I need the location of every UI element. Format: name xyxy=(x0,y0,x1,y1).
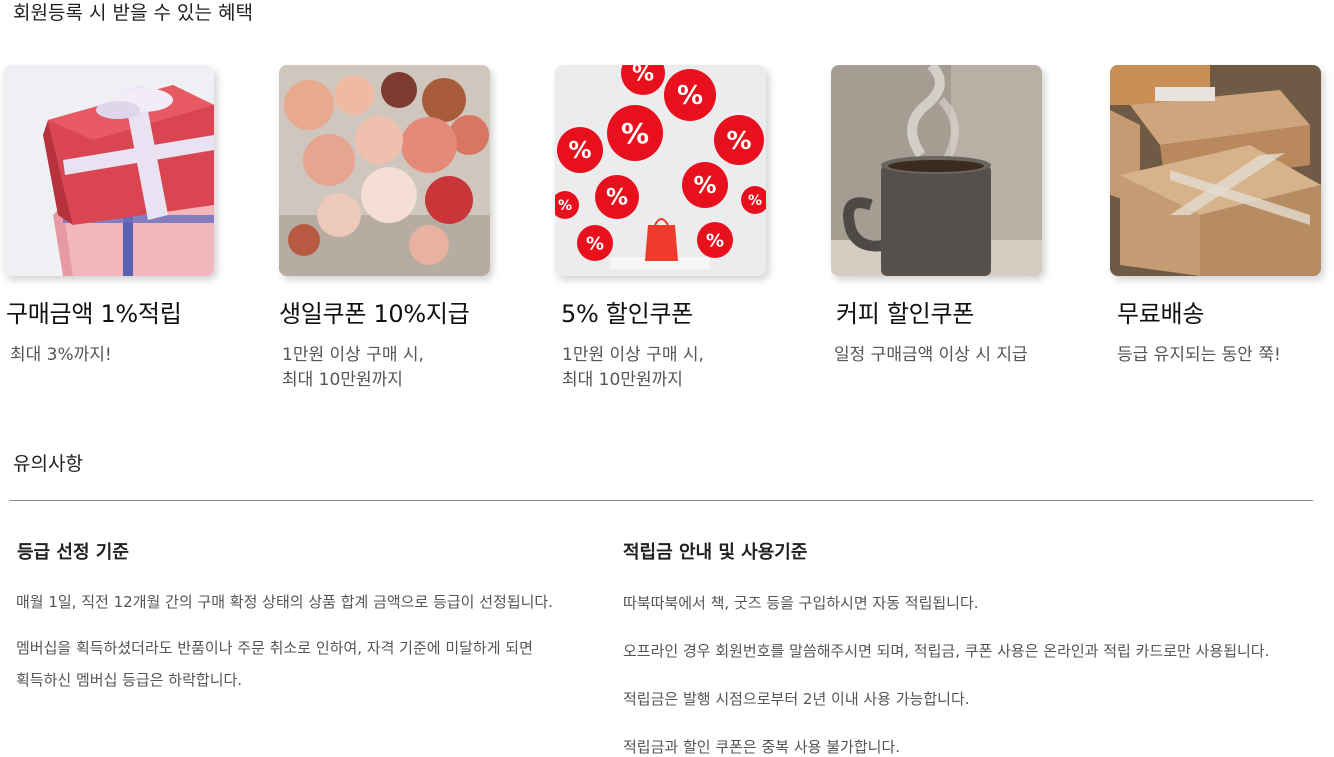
notice-divider xyxy=(9,500,1313,501)
notice-line: 적립금은 발행 시점으로부터 2년 이내 사용 가능합니다. xyxy=(623,690,970,708)
benefit-card-shipping: 무료배송 등급 유지되는 동안 쭉! xyxy=(1110,65,1334,365)
notice-title: 유의사항 xyxy=(13,453,83,475)
grade-criteria-paragraph: 매월 1일, 직전 12개월 간의 구매 확정 상태의 상품 합계 금액으로 등… xyxy=(16,586,553,618)
benefit-card-birthday: 생일쿠폰 10%지급 1만원 이상 구매 시, 최대 10만원까지 xyxy=(279,65,519,390)
svg-text:%: % xyxy=(586,233,604,254)
notice-line: 멤버십을 획득하셨더라도 반품이나 주문 취소로 인하여, 자격 기준에 미달하… xyxy=(16,639,533,657)
notice-line: 획득하신 멤버십 등급은 하락합니다. xyxy=(16,671,243,689)
benefit-desc: 1만원 이상 구매 시, 최대 10만원까지 xyxy=(282,343,424,393)
percent-balloons-image: %%%%%%%%%%% xyxy=(555,65,766,276)
balloon-icon: % xyxy=(595,175,639,219)
flower-bouquet-image xyxy=(279,65,490,276)
svg-text:%: % xyxy=(726,126,751,155)
balloon-icon: % xyxy=(714,115,764,165)
points-guide-paragraph: 오프라인 경우 회원번호를 말씀해주시면 되며, 적립금, 쿠폰 사용은 온라인… xyxy=(623,635,1269,667)
benefit-desc-line: 일정 구매금액 이상 시 지급 xyxy=(834,345,1028,365)
points-guide-paragraph: 따북따북에서 책, 굿즈 등을 구입하시면 자동 적립됩니다. xyxy=(623,587,979,619)
benefit-desc-line: 최대 3%까지! xyxy=(10,345,112,365)
benefit-title: 생일쿠폰 10%지급 xyxy=(279,300,470,328)
notice-line: 적립금과 할인 쿠폰은 중복 사용 불가합니다. xyxy=(623,738,901,756)
benefit-title: 5% 할인쿠폰 xyxy=(561,300,693,328)
notice-line: 따북따북에서 책, 굿즈 등을 구입하시면 자동 적립됩니다. xyxy=(623,594,979,612)
benefit-title: 구매금액 1%적립 xyxy=(6,300,182,328)
benefits-title: 회원등록 시 받을 수 있는 혜택 xyxy=(13,2,253,24)
benefit-card-points: 구매금액 1%적립 최대 3%까지! xyxy=(3,65,243,365)
svg-text:%: % xyxy=(632,65,654,87)
grade-criteria-title: 등급 선정 기준 xyxy=(17,542,129,563)
benefit-desc: 1만원 이상 구매 시, 최대 10만원까지 xyxy=(562,343,704,393)
points-guide-title: 적립금 안내 및 사용기준 xyxy=(623,542,808,563)
notice-line: 오프라인 경우 회원번호를 말씀해주시면 되며, 적립금, 쿠폰 사용은 온라인… xyxy=(623,642,1270,660)
benefit-card-discount: %%%%%%%%%%% 5% 할인쿠폰 1만원 이상 구매 시, 최대 10만원… xyxy=(555,65,795,390)
benefit-desc-line: 등급 유지되는 동안 쭉! xyxy=(1117,345,1281,365)
benefit-desc: 최대 3%까지! xyxy=(10,343,112,368)
balloon-icon: % xyxy=(697,222,733,258)
svg-text:%: % xyxy=(677,81,703,111)
balloon-icon: % xyxy=(682,162,728,208)
svg-text:%: % xyxy=(558,198,572,214)
coffee-mug-image xyxy=(831,65,1042,276)
balloon-icon: % xyxy=(664,69,716,121)
balloon-icon: % xyxy=(607,105,663,161)
svg-text:%: % xyxy=(706,230,724,251)
benefit-desc: 일정 구매금액 이상 시 지급 xyxy=(834,343,1028,368)
gift-boxes-image xyxy=(3,65,214,276)
svg-text:%: % xyxy=(606,186,628,211)
points-guide-paragraph: 적립금과 할인 쿠폰은 중복 사용 불가합니다. xyxy=(623,731,900,757)
benefit-title: 커피 할인쿠폰 xyxy=(836,300,975,328)
benefit-title: 무료배송 xyxy=(1117,300,1205,328)
balloon-icon: % xyxy=(577,225,613,261)
balloon-icon: % xyxy=(557,127,603,173)
benefit-desc-line: 최대 10만원까지 xyxy=(282,370,403,390)
benefit-desc: 등급 유지되는 동안 쭉! xyxy=(1117,343,1281,368)
notice-line: 매월 1일, 직전 12개월 간의 구매 확정 상태의 상품 합계 금액으로 등… xyxy=(16,593,553,611)
points-guide-paragraph: 적립금은 발행 시점으로부터 2년 이내 사용 가능합니다. xyxy=(623,683,970,715)
benefit-card-coffee: 커피 할인쿠폰 일정 구매금액 이상 시 지급 xyxy=(831,65,1071,365)
svg-text:%: % xyxy=(748,193,762,209)
svg-text:%: % xyxy=(568,138,591,164)
grade-criteria-paragraph: 멤버십을 획득하셨더라도 반품이나 주문 취소로 인하여, 자격 기준에 미달하… xyxy=(16,632,533,696)
svg-text:%: % xyxy=(693,173,716,199)
benefit-desc-line: 1만원 이상 구매 시, xyxy=(562,345,704,365)
benefit-desc-line: 최대 10만원까지 xyxy=(562,370,683,390)
cardboard-boxes-image xyxy=(1110,65,1321,276)
benefit-desc-line: 1만원 이상 구매 시, xyxy=(282,345,424,365)
svg-text:%: % xyxy=(621,117,649,150)
